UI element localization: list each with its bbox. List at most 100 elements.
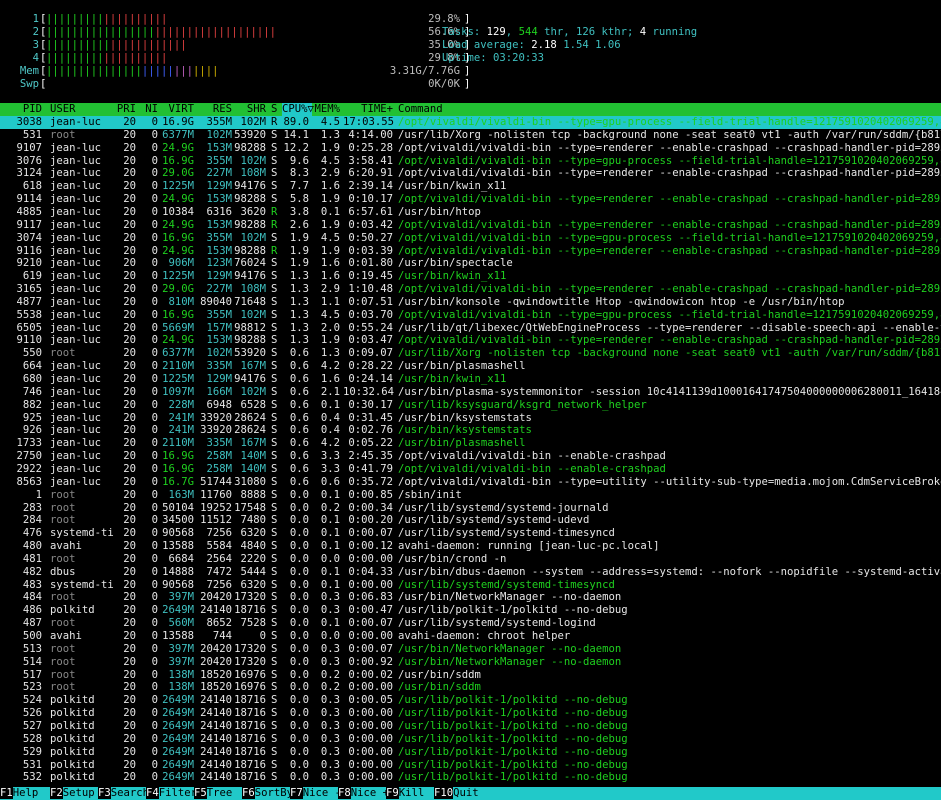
table-row[interactable]: 483 systemd-ti 20 0 90568 7256 6320 S 0.0 0.1 0:00… <box>0 579 941 592</box>
col-command[interactable]: Command <box>398 103 941 116</box>
cell-cmd: avahi-daemon: chroot helper <box>398 630 571 642</box>
col-pri[interactable]: PRI <box>110 103 136 116</box>
cell-res: 2564 <box>206 552 232 565</box>
table-row[interactable]: 550 root 20 0 6377M 102M 53920 S 0.6 1.3 0:09.07/u… <box>0 347 941 360</box>
fkey-nice-button[interactable]: F8Nice + <box>338 787 389 800</box>
cell-ni: 0 <box>151 308 158 321</box>
col-ni[interactable]: NI <box>140 103 158 116</box>
cell-shr: 2220 <box>240 552 266 565</box>
table-row[interactable]: 4877 jean-luc 20 0 810M 89040 71648 S 1.3 1.1 0:07… <box>0 296 941 309</box>
table-row[interactable]: 3165 jean-luc 20 0 29.0G 227M 108M S 1.3 2.9 1:10.… <box>0 283 941 296</box>
table-row[interactable]: 8563 jean-luc 20 0 16.7G 51744 31080 S 0.6 0.6 0:3… <box>0 476 941 489</box>
table-row[interactable]: 3124 jean-luc 20 0 29.0G 227M 108M S 8.3 2.9 6:20.… <box>0 167 941 180</box>
table-row[interactable]: 9110 jean-luc 20 0 24.9G 153M 98288 S 1.3 1.9 0:03… <box>0 334 941 347</box>
table-row[interactable]: 487 root 20 0 560M 8652 7528 S 0.0 0.1 0:00.07/usr… <box>0 617 941 630</box>
fkey-quit-button[interactable]: F10Quit <box>434 787 479 800</box>
table-row[interactable]: 283 root 20 0 50104 19252 17548 S 0.0 0.2 0:00.34 /… <box>0 502 941 515</box>
fkey-kill-button[interactable]: F9Kill <box>386 787 437 800</box>
table-row[interactable]: 619 jean-luc 20 0 1225M 129M 94176 S 1.3 1.6 0:19.… <box>0 270 941 283</box>
table-row[interactable]: 9114 jean-luc 20 0 24.9G 153M 98288 S 5.8 1.9 0:10… <box>0 193 941 206</box>
table-row[interactable]: 3074 jean-luc 20 0 16.9G 355M 102M S 1.9 4.5 0:50.… <box>0 232 941 245</box>
table-row[interactable]: 2750 jean-luc 20 0 16.9G 258M 140M S 0.6 3.3 2:45.… <box>0 450 941 463</box>
table-row[interactable]: 482 dbus 20 0 14888 7472 5444 S 0.0 0.1 0:04.33/us… <box>0 566 941 579</box>
cell-res: 129M <box>206 270 232 283</box>
column-header[interactable]: PID USER PRI NI VIRT RES SHR S CPU%▽ MEM… <box>0 103 941 116</box>
table-row[interactable]: 9116 jean-luc 20 0 24.9G 153M 98288 R 1.9 1.9 0:03… <box>0 245 941 258</box>
table-row[interactable]: 926 jean-luc 20 0 241M 33920 28624 S 0.6 0.4 0:02.… <box>0 424 941 437</box>
col-res[interactable]: RES <box>197 103 232 116</box>
table-row[interactable]: 526 polkitd 20 0 2649M 24140 18716 S 0.0 0.3 0:00.… <box>0 707 941 720</box>
table-row[interactable]: 486 polkitd 20 0 2649M 24140 18716 S 0.0 0.3 0:00.… <box>0 604 941 617</box>
table-row[interactable]: 925 jean-luc 20 0 241M 33920 28624 S 0.6 0.4 0:31.… <box>0 412 941 425</box>
cell-cmd: /sbin/init <box>398 488 462 501</box>
fkey-sortby-button[interactable]: F6SortBy <box>242 787 293 800</box>
cell-virt: 138M <box>168 668 194 681</box>
cell-cmd: /opt/vivaldi/vivaldi-bin --type=renderer… <box>398 141 941 154</box>
cell-shr: 108M <box>240 283 266 296</box>
cell-st: S <box>271 694 278 707</box>
table-row[interactable]: 531 polkitd 20 0 2649M 24140 18716 S 0.0 0.3 0:00.… <box>0 759 941 772</box>
cell-st: S <box>271 360 278 373</box>
col-virt[interactable]: VIRT <box>160 103 194 116</box>
cell-res: 24140 <box>200 694 232 707</box>
fkey-search-button[interactable]: F3Search <box>98 787 149 800</box>
fkey-setup-button[interactable]: F2Setup <box>50 787 101 800</box>
cell-st: S <box>271 527 278 540</box>
table-row[interactable]: 529 polkitd 20 0 2649M 24140 18716 S 0.0 0.3 0:00.… <box>0 746 941 759</box>
table-row[interactable]: 528 polkitd 20 0 2649M 24140 18716 S 0.0 0.3 0:00.… <box>0 733 941 746</box>
col-mem[interactable]: MEM% <box>312 103 340 116</box>
table-row[interactable]: 1733 jean-luc 20 0 2110M 335M 167M S 0.6 4.2 0:05.… <box>0 437 941 450</box>
table-row[interactable]: 517 root 20 0 138M 18520 16976 S 0.0 0.2 0:00.02/u… <box>0 669 941 682</box>
col-time[interactable]: TIME+ <box>343 103 393 116</box>
table-row[interactable]: 9117 jean-luc 20 0 24.9G 153M 98288 R 2.6 1.9 0:03… <box>0 219 941 232</box>
table-row[interactable]: 524 polkitd 20 0 2649M 24140 18716 S 0.0 0.3 0:00.… <box>0 694 941 707</box>
cell-ni: 0 <box>151 360 158 373</box>
cell-cpu: 3.8 <box>289 205 309 218</box>
table-row[interactable]: 746 jean-luc 20 0 1097M 166M 102M S 0.6 2.1 10:32.… <box>0 386 941 399</box>
col-pid[interactable]: PID <box>0 103 42 116</box>
fkey-help-button[interactable]: F1Help <box>0 787 51 800</box>
fkey-tree-button[interactable]: F5Tree <box>194 787 245 800</box>
fkey-filter-button[interactable]: F4Filter <box>146 787 197 800</box>
cell-mem: 0.3 <box>320 655 340 668</box>
table-row[interactable]: 523 root 20 0 138M 18520 16976 S 0.0 0.2 0:00.00/u… <box>0 681 941 694</box>
cell-pri: 20 <box>123 257 136 270</box>
table-row[interactable]: 3038 jean-luc 20 0 16.9G 355M 102M R 89.0 4.5 17:0… <box>0 116 941 129</box>
cell-pid: 528 <box>22 732 42 745</box>
table-row[interactable]: 664 jean-luc 20 0 2110M 335M 167M S 0.6 4.2 0:28.2… <box>0 360 941 373</box>
cell-pid: 4877 <box>16 295 42 308</box>
table-row[interactable]: 4885 jean-luc 20 0 10384 6316 3620 R 3.8 0.1 6:57.… <box>0 206 941 219</box>
table-row[interactable]: 531 root 20 0 6377M 102M 53920 S 14.1 1.3 4:14.00 /… <box>0 129 941 142</box>
table-row[interactable]: 532 polkitd 20 0 2649M 24140 18716 S 0.0 0.3 0:00.… <box>0 771 941 784</box>
table-row[interactable]: 514 root 20 0 397M 20420 17320 S 0.0 0.3 0:00.92/u… <box>0 656 941 669</box>
cell-pid: 882 <box>22 398 42 411</box>
table-row[interactable]: 500 avahi 20 0 13588 744 0 S 0.0 0.0 0:00.00 avahi-… <box>0 630 941 643</box>
table-row[interactable]: 3076 jean-luc 20 0 16.9G 355M 102M S 9.6 4.5 3:58.… <box>0 155 941 168</box>
table-row[interactable]: 513 root 20 0 397M 20420 17320 S 0.0 0.3 0:00.07/u… <box>0 643 941 656</box>
table-row[interactable]: 6505 jean-luc 20 0 5669M 157M 98812 S 1.3 2.0 0:55… <box>0 322 941 335</box>
cell-user: root <box>50 681 76 694</box>
table-row[interactable]: 1 root 20 0 163M 11760 8888 S 0.0 0.1 0:00.85/sbin… <box>0 489 941 502</box>
cell-mem: 1.6 <box>320 270 340 283</box>
table-row[interactable]: 9107 jean-luc 20 0 24.9G 153M 98288 S 12.2 1.9 0:2… <box>0 142 941 155</box>
table-row[interactable]: 5538 jean-luc 20 0 16.9G 355M 102M S 1.3 4.5 0:03.… <box>0 309 941 322</box>
table-row[interactable]: 527 polkitd 20 0 2649M 24140 18716 S 0.0 0.3 0:00.… <box>0 720 941 733</box>
col-user[interactable]: USER <box>50 103 115 116</box>
table-row[interactable]: 680 jean-luc 20 0 1225M 129M 94176 S 0.6 1.6 0:24.… <box>0 373 941 386</box>
table-row[interactable]: 2922 jean-luc 20 0 16.9G 258M 140M S 0.6 3.3 0:41.… <box>0 463 941 476</box>
table-row[interactable]: 484 root 20 0 397M 20420 17320 S 0.0 0.3 0:06.83/u… <box>0 591 941 604</box>
cell-shr: 18716 <box>234 694 266 707</box>
col-cpu[interactable]: CPU%▽ <box>282 103 314 116</box>
table-row[interactable]: 480 avahi 20 0 13588 5584 4840 S 0.0 0.1 0:00.12 av… <box>0 540 941 553</box>
col-state[interactable]: S <box>271 103 281 116</box>
table-row[interactable]: 618 jean-luc 20 0 1225M 129M 94176 S 7.7 1.6 2:39.… <box>0 180 941 193</box>
cell-shr: 16976 <box>234 668 266 681</box>
table-row[interactable]: 9210 jean-luc 20 0 906M 123M 76024 S 1.9 1.6 0:01.… <box>0 257 941 270</box>
cell-cmd: /usr/lib/qt/libexec/QtWebEngineProcess -… <box>398 321 941 334</box>
fkey-nice-button[interactable]: F7Nice - <box>290 787 341 800</box>
table-row[interactable]: 284 root 20 0 34500 11512 7480 S 0.0 0.1 0:00.20/u… <box>0 514 941 527</box>
table-row[interactable]: 476 systemd-ti 20 0 90568 7256 6320 S 0.0 0.1 0:00… <box>0 527 941 540</box>
col-shr[interactable]: SHR <box>233 103 266 116</box>
table-row[interactable]: 882 jean-luc 20 0 228M 6948 6528 S 0.6 0.1 0:30.17… <box>0 399 941 412</box>
table-row[interactable]: 481 root 20 0 6684 2564 2220 S 0.0 0.0 0:00.00/usr… <box>0 553 941 566</box>
